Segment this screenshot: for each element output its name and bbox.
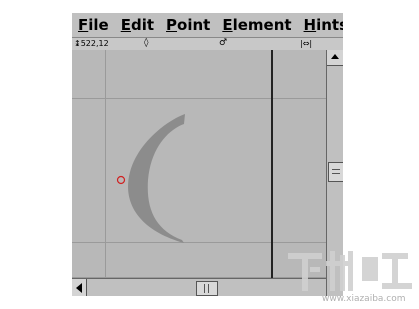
glyph-c-shape[interactable]	[128, 114, 185, 243]
horizontal-scroll-thumb[interactable]	[196, 281, 218, 296]
glyph-editing-canvas[interactable]	[72, 50, 326, 278]
menu-edit[interactable]: Edit	[115, 13, 160, 37]
menu-element-label: lement	[232, 16, 292, 34]
menu-edit-mnemonic: E	[120, 16, 131, 34]
menu-point-mnemonic: P	[166, 16, 178, 34]
menu-file-mnemonic: F	[78, 16, 89, 34]
watermark-url: www.xiazaiba.com	[322, 294, 406, 304]
vertical-scroll-thumb[interactable]	[328, 162, 343, 182]
menu-hints-mnemonic: H	[303, 16, 317, 34]
info-bar: ↨522,12 ◊ ♂ |⇔|	[72, 37, 343, 51]
watermark-logo-icon	[288, 251, 412, 291]
menu-point[interactable]: Point	[160, 13, 216, 37]
coords-value: 522,12	[80, 39, 109, 48]
glyph-outline	[116, 114, 185, 243]
menu-element-mnemonic: E	[222, 16, 233, 34]
ruler-icon: ♂	[219, 38, 228, 48]
point-marker-icon[interactable]	[116, 175, 126, 185]
scroll-up-icon[interactable]	[327, 50, 343, 66]
menu-file[interactable]: File	[72, 13, 115, 37]
selected-point-icon: ◊	[144, 38, 149, 48]
watermark: www.xiazaiba.com	[284, 245, 416, 305]
menu-point-label: oint	[177, 16, 211, 34]
cursor-coordinates: ↨522,12	[74, 39, 109, 48]
menu-hints-label: ints	[316, 16, 343, 34]
menu-edit-label: dit	[130, 16, 155, 34]
menu-hints[interactable]: Hints	[298, 13, 343, 37]
scroll-left-icon[interactable]	[72, 279, 87, 296]
width-icon: |⇔|	[300, 39, 313, 48]
menu-file-label: ile	[88, 16, 109, 34]
menu-element[interactable]: Element	[216, 13, 297, 37]
menu-bar: File Edit Point Element Hints View	[72, 13, 343, 37]
